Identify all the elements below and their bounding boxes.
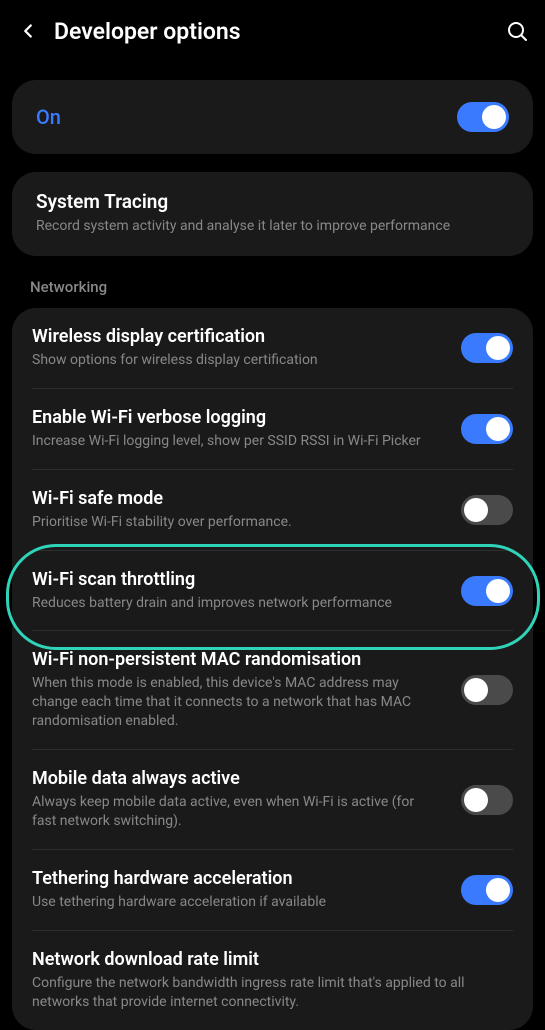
toggle-knob (486, 878, 510, 902)
master-toggle-card: On (12, 80, 533, 154)
search-icon (505, 19, 529, 43)
row-title: Network download rate limit (32, 949, 513, 970)
row-desc: Configure the network bandwidth ingress … (32, 974, 513, 1012)
toggle-knob (464, 678, 488, 702)
row-desc: Prioritise Wi-Fi stability over performa… (32, 513, 441, 532)
wireless-display-cert-toggle[interactable] (461, 333, 513, 363)
row-title: Wi-Fi scan throttling (32, 569, 441, 590)
row-title: Mobile data always active (32, 768, 441, 789)
row-desc: Use tethering hardware acceleration if a… (32, 893, 441, 912)
row-title: Enable Wi-Fi verbose logging (32, 407, 441, 428)
wireless-display-cert-row[interactable]: Wireless display certification Show opti… (12, 308, 533, 388)
wifi-safe-mode-toggle[interactable] (461, 495, 513, 525)
content: On System Tracing Record system activity… (0, 80, 545, 1030)
list-item-text: Wireless display certification Show opti… (32, 326, 441, 370)
master-toggle[interactable] (457, 102, 509, 132)
toggle-knob (486, 336, 510, 360)
list-item-text: Mobile data always active Always keep mo… (32, 768, 441, 831)
search-button[interactable] (503, 19, 531, 43)
wifi-scan-throttle-toggle[interactable] (461, 576, 513, 606)
networking-list: Wireless display certification Show opti… (12, 308, 533, 1030)
system-tracing-item[interactable]: System Tracing Record system activity an… (12, 172, 533, 256)
row-desc: Reduces battery drain and improves netwo… (32, 594, 441, 613)
row-desc: Always keep mobile data active, even whe… (32, 793, 441, 831)
toggle-knob (486, 417, 510, 441)
networking-section-label: Networking (12, 256, 533, 308)
chevron-left-icon (17, 20, 39, 42)
list-item-text: Network download rate limit Configure th… (32, 949, 513, 1012)
system-tracing-desc: Record system activity and analyse it la… (36, 217, 509, 236)
page-title: Developer options (54, 18, 503, 45)
mobile-data-active-row[interactable]: Mobile data always active Always keep mo… (32, 749, 513, 849)
toggle-knob (486, 579, 510, 603)
toggle-knob (482, 105, 506, 129)
row-title: Wi-Fi safe mode (32, 488, 441, 509)
master-toggle-row[interactable]: On (12, 80, 533, 154)
wifi-safe-mode-row[interactable]: Wi-Fi safe mode Prioritise Wi-Fi stabili… (32, 469, 513, 550)
row-title: Wireless display certification (32, 326, 441, 347)
row-desc: Increase Wi-Fi logging level, show per S… (32, 432, 441, 451)
network-rate-limit-row[interactable]: Network download rate limit Configure th… (32, 930, 513, 1030)
system-tracing-card: System Tracing Record system activity an… (12, 172, 533, 256)
list-item-text: Wi-Fi scan throttling Reduces battery dr… (32, 569, 441, 613)
wifi-mac-random-row[interactable]: Wi-Fi non-persistent MAC randomisation W… (32, 630, 513, 749)
row-desc: When this mode is enabled, this device's… (32, 674, 441, 731)
row-title: Wi-Fi non-persistent MAC randomisation (32, 649, 441, 670)
list-item-text: Enable Wi-Fi verbose logging Increase Wi… (32, 407, 441, 451)
system-tracing-title: System Tracing (36, 190, 509, 213)
wifi-verbose-logging-toggle[interactable] (461, 414, 513, 444)
toggle-knob (464, 498, 488, 522)
mobile-data-active-toggle[interactable] (461, 785, 513, 815)
wifi-scan-throttle-row[interactable]: Wi-Fi scan throttling Reduces battery dr… (32, 550, 513, 631)
toggle-knob (464, 788, 488, 812)
row-desc: Show options for wireless display certif… (32, 351, 441, 370)
header: Developer options (0, 0, 545, 62)
tethering-accel-row[interactable]: Tethering hardware acceleration Use teth… (32, 849, 513, 930)
wifi-verbose-logging-row[interactable]: Enable Wi-Fi verbose logging Increase Wi… (32, 388, 513, 469)
list-item-text: Tethering hardware acceleration Use teth… (32, 868, 441, 912)
back-button[interactable] (14, 20, 42, 42)
row-title: Tethering hardware acceleration (32, 868, 441, 889)
master-toggle-label: On (36, 105, 61, 129)
list-item-text: Wi-Fi non-persistent MAC randomisation W… (32, 649, 441, 731)
list-item-text: Wi-Fi safe mode Prioritise Wi-Fi stabili… (32, 488, 441, 532)
wifi-mac-random-toggle[interactable] (461, 675, 513, 705)
tethering-accel-toggle[interactable] (461, 875, 513, 905)
